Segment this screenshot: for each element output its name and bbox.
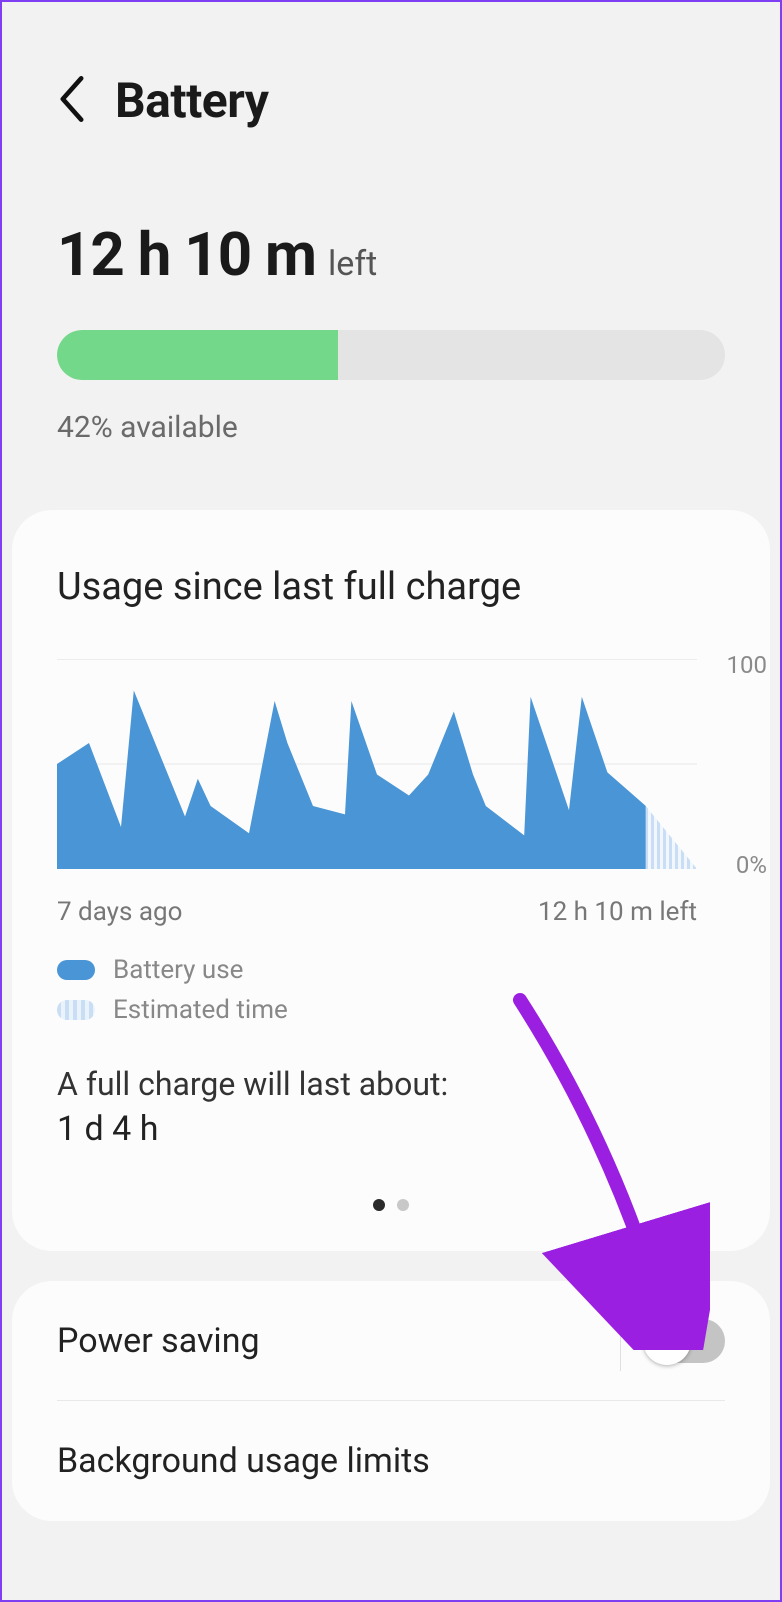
x-axis-right: 12 h 10 m left [538, 897, 697, 927]
x-axis-left: 7 days ago [57, 897, 182, 927]
legend-swatch-est [57, 1000, 95, 1020]
time-left-suffix: left [328, 244, 377, 284]
available-text: 42% available [57, 410, 725, 445]
full-charge-value: 1 d 4 h [57, 1109, 725, 1149]
bg-limits-item[interactable]: Background usage limits [57, 1401, 725, 1521]
toggle-knob [643, 1317, 691, 1365]
battery-progress [57, 330, 725, 380]
legend: Battery use Estimated time [57, 955, 725, 1025]
pager[interactable] [57, 1199, 725, 1211]
y-axis-bottom: 0% [736, 851, 767, 879]
bg-limits-label: Background usage limits [57, 1441, 430, 1481]
page-title: Battery [115, 72, 268, 129]
back-icon[interactable] [57, 76, 87, 126]
settings-list: Power saving Background usage limits [12, 1281, 770, 1521]
vertical-divider [620, 1311, 621, 1371]
header: Battery [2, 2, 780, 149]
power-saving-item[interactable]: Power saving [57, 1281, 725, 1401]
usage-card[interactable]: Usage since last full charge 100 0% 7 da… [12, 510, 770, 1251]
usage-chart: 100 0% [57, 659, 725, 889]
power-saving-label: Power saving [57, 1321, 260, 1361]
power-saving-toggle[interactable] [645, 1319, 725, 1363]
legend-label-est: Estimated time [113, 995, 288, 1025]
usage-title: Usage since last full charge [57, 565, 725, 609]
legend-label-use: Battery use [113, 955, 243, 985]
battery-summary: 12 h 10 m left 42% available [2, 149, 780, 485]
y-axis-top: 100 [727, 651, 767, 679]
time-left-value: 12 h 10 m [57, 219, 316, 290]
legend-swatch-use [57, 960, 95, 980]
battery-progress-fill [57, 330, 338, 380]
pager-dot-2[interactable] [397, 1199, 409, 1211]
pager-dot-1[interactable] [373, 1199, 385, 1211]
full-charge-label: A full charge will last about: [57, 1065, 725, 1103]
